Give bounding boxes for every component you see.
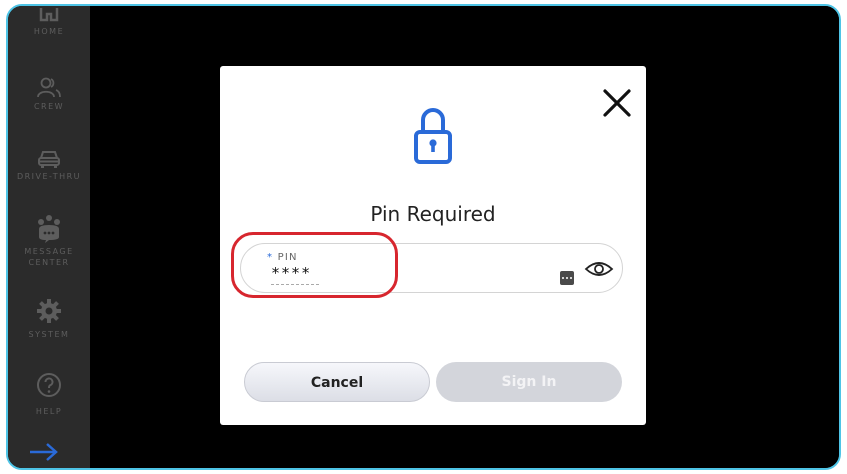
- sign-in-button[interactable]: Sign In: [436, 362, 622, 402]
- sidebar-item-drive-thru[interactable]: DRIVE-THRU: [8, 149, 90, 182]
- pin-dialog: Pin Required * PIN **** Cancel Sign In: [220, 66, 646, 425]
- sidebar-item-label: DRIVE-THRU: [16, 172, 82, 181]
- close-icon[interactable]: [600, 86, 634, 120]
- sidebar-item-label: MESSAGE: [24, 247, 74, 256]
- keyboard-icon[interactable]: [560, 271, 574, 285]
- dialog-title: Pin Required: [370, 202, 496, 226]
- sidebar-item-label: HELP: [35, 407, 63, 416]
- sidebar-item-message-center[interactable]: MESSAGE CENTER: [8, 214, 90, 268]
- sidebar-item-label: CREW: [33, 102, 65, 111]
- sidebar-item-home[interactable]: HOME: [8, 8, 90, 37]
- gear-icon: [37, 299, 61, 323]
- message-center-icon: [38, 215, 60, 243]
- help-icon: [37, 373, 61, 397]
- cancel-button[interactable]: Cancel: [244, 362, 430, 402]
- sidebar-item-label: HOME: [33, 27, 65, 36]
- car-icon: [38, 151, 60, 168]
- arrow-right-icon[interactable]: [28, 442, 60, 462]
- sidebar-item-label: CENTER: [28, 258, 70, 267]
- home-icon: [39, 8, 59, 22]
- annotation-highlight: [231, 232, 398, 298]
- sidebar: HOME CREW DRIVE-THRU MESSAGE CENTER SYST…: [8, 6, 90, 468]
- eye-icon[interactable]: [584, 259, 614, 279]
- crew-icon: [37, 77, 61, 98]
- sidebar-item-help[interactable]: HELP: [8, 372, 90, 417]
- app-frame: HOME CREW DRIVE-THRU MESSAGE CENTER SYST…: [6, 4, 841, 470]
- sidebar-item-system[interactable]: SYSTEM: [8, 298, 90, 340]
- lock-icon: [414, 108, 452, 164]
- sidebar-item-label: SYSTEM: [28, 330, 70, 339]
- sidebar-item-crew[interactable]: CREW: [8, 77, 90, 112]
